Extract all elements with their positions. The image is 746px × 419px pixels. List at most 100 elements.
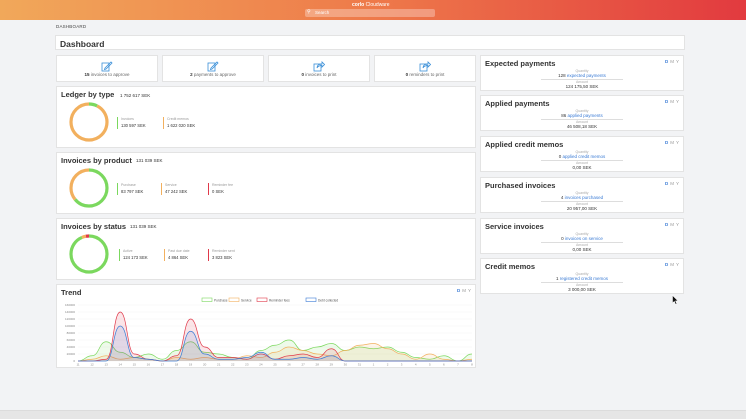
x-tick-label: 18 bbox=[175, 363, 179, 367]
print-share-icon bbox=[313, 59, 326, 72]
legend-past-due: Past due date 4 864 SEK bbox=[164, 249, 204, 261]
panel-desc[interactable]: applied credit memos bbox=[563, 154, 606, 159]
panel-title: Service invoices bbox=[485, 222, 544, 231]
breadcrumb[interactable]: DASHBOARD bbox=[56, 24, 86, 29]
action-reminders-to-print[interactable]: 0 reminders to print bbox=[374, 55, 476, 82]
period-day[interactable]: D bbox=[665, 99, 668, 104]
period-year[interactable]: Y bbox=[676, 99, 679, 104]
period-month[interactable]: M bbox=[670, 140, 674, 145]
legend-value: 83 797 SEK bbox=[121, 189, 144, 194]
period-month[interactable]: M bbox=[670, 181, 674, 186]
panel-applied-payments: Applied payments DMY Quantity 86 applied… bbox=[480, 95, 684, 131]
mouse-cursor-icon bbox=[672, 295, 679, 305]
top-bar: corlo Cloudware ⚲ Search bbox=[0, 0, 746, 20]
period-day[interactable]: D bbox=[665, 59, 668, 64]
y-tick-label: 120000 bbox=[65, 317, 75, 321]
invoices-by-status-card: Invoices by status 131 039 SEK Active 124… bbox=[56, 218, 476, 280]
x-tick-label: 12 bbox=[90, 363, 94, 367]
panel-title: Expected payments bbox=[485, 59, 556, 68]
period-toggle: DMY bbox=[663, 59, 679, 64]
x-tick-label: 21 bbox=[217, 363, 221, 367]
panel-purchased-invoices: Purchased invoices DMY Quantity 4 invoic… bbox=[480, 177, 684, 213]
action-label: invoices to print bbox=[305, 72, 337, 77]
legend-swatch[interactable] bbox=[201, 297, 213, 302]
panel-quantity: 0 applied credit memos bbox=[481, 154, 683, 159]
legend-value: 124 173 SEK bbox=[123, 255, 148, 260]
legend-swatch[interactable] bbox=[228, 297, 240, 302]
y-tick-label: 60000 bbox=[67, 338, 76, 342]
panel-desc[interactable]: expected payments bbox=[567, 73, 606, 78]
card-total: 131 039 SEK bbox=[136, 158, 163, 163]
action-payments-to-approve[interactable]: 2 payments to approve bbox=[162, 55, 264, 82]
y-tick-label: 80000 bbox=[67, 331, 76, 335]
x-tick-label: 30 bbox=[344, 363, 348, 367]
legend-swatch[interactable] bbox=[305, 297, 317, 302]
legend-reminder-sent: Reminder sent 3 823 SEK bbox=[208, 249, 248, 261]
action-invoices-to-approve[interactable]: 15 invoices to approve bbox=[56, 55, 158, 82]
period-month[interactable]: M bbox=[670, 262, 674, 267]
legend-swatch[interactable] bbox=[256, 297, 268, 302]
panel-amount: 0,00 SEK bbox=[572, 165, 592, 170]
action-invoices-to-print[interactable]: 0 invoices to print bbox=[268, 55, 370, 82]
search-input[interactable]: ⚲ Search bbox=[305, 9, 435, 17]
period-year[interactable]: Y bbox=[676, 181, 679, 186]
period-day[interactable]: D bbox=[665, 181, 668, 186]
panel-credit-memos: Credit memos DMY Quantity 1 registered c… bbox=[480, 258, 684, 294]
legend-label[interactable]: Purchase bbox=[214, 298, 228, 302]
brand-logo[interactable]: corlo Cloudware bbox=[352, 2, 390, 8]
x-tick-label: 2 bbox=[387, 363, 389, 367]
x-tick-label: 19 bbox=[189, 363, 193, 367]
period-month[interactable]: M bbox=[670, 59, 674, 64]
period-year[interactable]: Y bbox=[676, 222, 679, 227]
period-toggle: DMY bbox=[663, 99, 679, 104]
legend-label[interactable]: Service bbox=[241, 298, 252, 302]
legend-credit-memos: Credit memos 1 622 020 SEK bbox=[163, 117, 203, 129]
period-month[interactable]: M bbox=[670, 99, 674, 104]
panel-desc[interactable]: invoices on service bbox=[565, 236, 603, 241]
panel-desc[interactable]: registered credit memos bbox=[560, 276, 608, 281]
panel-quantity: 128 expected payments bbox=[481, 73, 683, 78]
period-year[interactable]: Y bbox=[676, 59, 679, 64]
x-tick-label: 3 bbox=[401, 363, 403, 367]
x-tick-label: 11 bbox=[76, 363, 79, 367]
x-tick-label: 27 bbox=[301, 363, 305, 367]
legend-label[interactable]: Reminder fees bbox=[269, 298, 290, 302]
panel-count: 0 bbox=[561, 236, 564, 241]
x-tick-label: 13 bbox=[104, 363, 108, 367]
y-tick-label: 160000 bbox=[65, 303, 75, 307]
panel-expected-payments: Expected payments DMY Quantity 128 expec… bbox=[480, 55, 684, 91]
period-toggle: DMY bbox=[663, 222, 679, 227]
trend-card: Trend DMY 0 20000 40000 60000 80000 100000 120… bbox=[56, 284, 476, 368]
period-year[interactable]: Y bbox=[676, 262, 679, 267]
legend-label: Past due date bbox=[168, 249, 190, 253]
panel-quantity: 1 registered credit memos bbox=[481, 276, 683, 281]
action-label: invoices to approve bbox=[90, 72, 130, 77]
period-year[interactable]: Y bbox=[676, 140, 679, 145]
panel-quantity: 86 applied payments bbox=[481, 113, 683, 118]
donut-segment bbox=[69, 234, 109, 274]
panel-count: 1 bbox=[555, 276, 559, 281]
action-count: 15 bbox=[84, 72, 90, 77]
period-day[interactable]: D bbox=[665, 140, 668, 145]
y-tick-label: 0 bbox=[73, 359, 75, 363]
period-day[interactable]: D bbox=[665, 262, 668, 267]
y-tick-label: 20000 bbox=[67, 352, 76, 356]
panel-amount: 0,00 SEK bbox=[572, 247, 592, 252]
period-day[interactable]: D bbox=[665, 222, 668, 227]
x-tick-label: 23 bbox=[245, 363, 249, 367]
panel-title: Purchased invoices bbox=[485, 181, 556, 190]
period-month[interactable]: M bbox=[670, 222, 674, 227]
invoices-by-product-card: Invoices by product 131 039 SEK Purchase… bbox=[56, 152, 476, 214]
legend-label[interactable]: Debt collected bbox=[318, 298, 338, 302]
panel-desc[interactable]: applied payments bbox=[568, 113, 603, 118]
panel-amount: 46 508,18 SEK bbox=[566, 124, 598, 129]
panel-desc[interactable]: invoices purchased bbox=[565, 195, 604, 200]
card-title: Ledger by type bbox=[61, 90, 115, 99]
legend-label: Credit memos bbox=[167, 117, 189, 121]
legend-value: 0 SEK bbox=[212, 189, 224, 194]
x-tick-label: 22 bbox=[231, 363, 235, 367]
panel-title: Applied payments bbox=[485, 99, 550, 108]
panel-title: Credit memos bbox=[485, 262, 536, 271]
panel-amount: 3 000,00 SEK bbox=[568, 287, 596, 292]
page-title-bar: Dashboard bbox=[55, 35, 685, 50]
